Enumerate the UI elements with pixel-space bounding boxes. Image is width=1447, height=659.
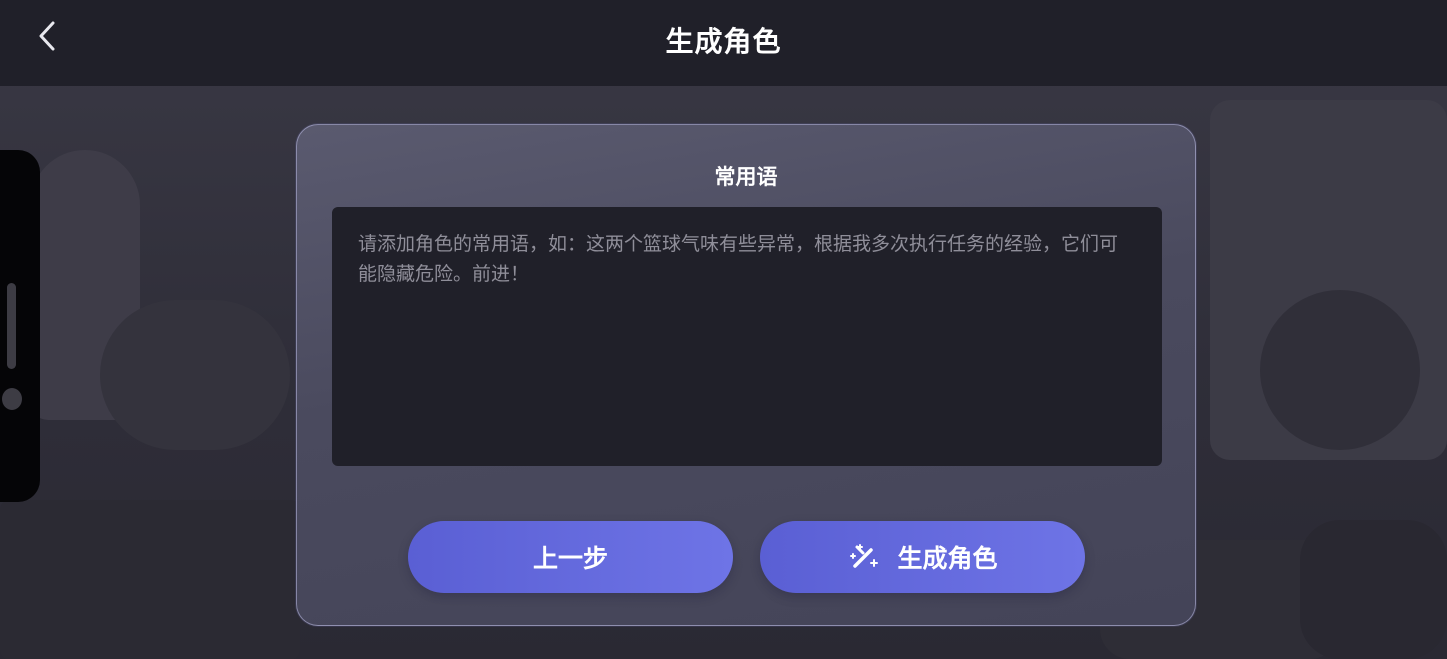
dialog-title: 常用语 [714,165,778,189]
background-shape [0,500,300,659]
phrase-textarea[interactable] [358,229,1136,444]
phrase-textarea-container [332,207,1162,466]
magic-wand-icon [847,540,881,574]
drawer-dot [2,388,22,410]
generate-character-label: 生成角色 [897,544,998,573]
previous-step-button[interactable]: 上一步 [408,521,733,593]
generate-character-button[interactable]: 生成角色 [760,521,1085,593]
top-bar: 生成角色 [0,0,1447,86]
side-drawer-handle[interactable] [0,150,40,502]
background-shape [1260,290,1420,450]
previous-step-label: 上一步 [532,544,608,573]
common-phrase-dialog: 常用语 上一步 生成角色 [296,124,1196,626]
page-title: 生成角色 [665,25,782,58]
background-shape [1300,520,1447,659]
screen: 生成角色 常用语 上一步 [0,0,1447,659]
background-shape [100,300,290,450]
drawer-grip[interactable] [7,283,16,369]
